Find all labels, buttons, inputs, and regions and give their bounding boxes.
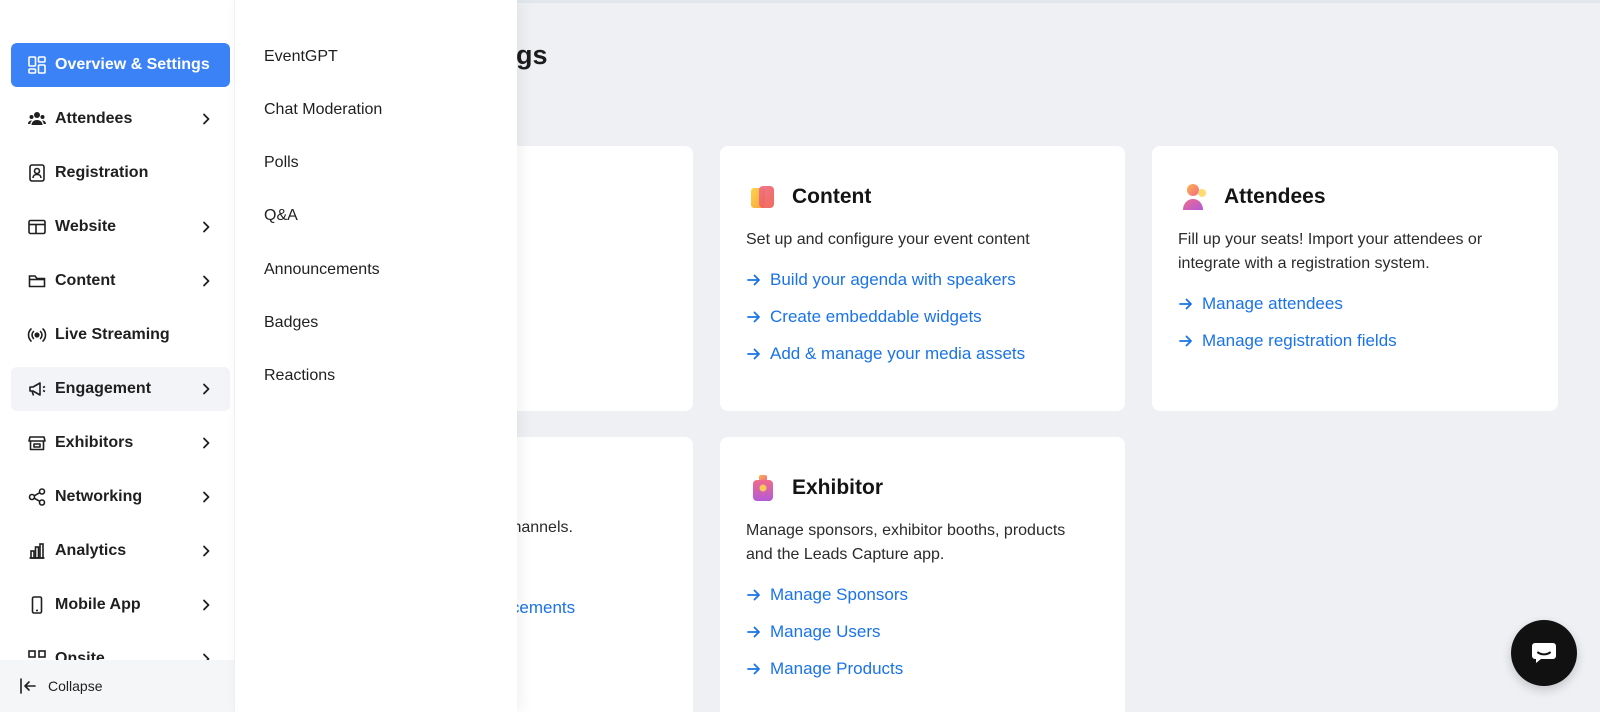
build-agenda-link[interactable]: Build your agenda with speakers — [746, 268, 1025, 292]
dashboard-grid-icon — [28, 56, 46, 74]
arrow-right-icon — [1179, 335, 1192, 347]
manage-media-link[interactable]: Add & manage your media assets — [746, 342, 1025, 366]
manage-products-link[interactable]: Manage Products — [746, 657, 908, 681]
attendees-card-title: Attendees — [1224, 185, 1326, 208]
arrow-right-icon — [747, 274, 760, 286]
sidebar-item-mobile-app[interactable]: Mobile App — [11, 583, 230, 627]
chevron-right-icon — [203, 113, 210, 125]
sidebar-item-label: Engagement — [55, 380, 152, 397]
arrow-right-icon — [1179, 298, 1192, 310]
attendees-card: Attendees Fill up your seats! Import you… — [1152, 146, 1558, 411]
content-card-links: Build your agenda with speakers Create e… — [746, 268, 1025, 366]
content-card-title: Content — [792, 185, 872, 208]
attendee-gradient-icon — [1183, 184, 1206, 210]
sidebar-item-label: Analytics — [55, 542, 127, 559]
submenu-item-polls[interactable]: Polls — [264, 151, 299, 175]
exhibitor-gradient-icon — [753, 475, 773, 501]
submenu-item-qa[interactable]: Q&A — [264, 204, 298, 228]
browser-window-icon — [28, 219, 46, 235]
id-badge-icon — [29, 164, 45, 182]
create-widgets-link[interactable]: Create embeddable widgets — [746, 305, 1025, 329]
sidebar-item-label: Overview & Settings — [55, 56, 210, 73]
content-card-header: Content — [748, 182, 871, 212]
engagement-submenu: EventGPT Chat Moderation Polls Q&A Annou… — [234, 0, 517, 712]
arrow-right-icon — [747, 663, 760, 675]
submenu-item-eventgpt[interactable]: EventGPT — [264, 45, 338, 69]
exhibitor-card-title: Exhibitor — [792, 476, 884, 499]
chevron-right-icon — [203, 275, 210, 287]
arrow-right-icon — [747, 311, 760, 323]
content-card-description: Set up and configure your event content — [746, 231, 1030, 248]
manage-users-link[interactable]: Manage Users — [746, 620, 908, 644]
sidebar-item-analytics[interactable]: Analytics — [11, 529, 230, 573]
sidebar: Overview & Settings Attendees Registrati… — [0, 0, 234, 712]
sidebar-item-attendees[interactable]: Attendees — [11, 97, 230, 141]
share-nodes-icon — [28, 488, 46, 506]
bar-chart-icon — [29, 543, 45, 559]
chevron-right-icon — [203, 545, 210, 557]
submenu-item-reactions[interactable]: Reactions — [264, 364, 335, 388]
chevron-right-icon — [203, 491, 210, 503]
sidebar-item-live-streaming[interactable]: Live Streaming — [11, 313, 230, 357]
chevron-right-icon — [203, 383, 210, 395]
submenu-item-chat-moderation[interactable]: Chat Moderation — [264, 98, 382, 122]
arrow-right-icon — [747, 348, 760, 360]
storefront-icon — [28, 436, 46, 451]
attendees-card-header: Attendees — [1180, 182, 1326, 212]
manage-registration-fields-link[interactable]: Manage registration fields — [1178, 329, 1397, 353]
sidebar-item-website[interactable]: Website — [11, 205, 230, 249]
exhibitor-card-links: Manage Sponsors Manage Users Manage Prod… — [746, 583, 908, 681]
manage-sponsors-link[interactable]: Manage Sponsors — [746, 583, 908, 607]
collapse-label: Collapse — [48, 678, 103, 694]
sidebar-item-overview-settings[interactable]: Overview & Settings — [11, 43, 230, 87]
sidebar-item-registration[interactable]: Registration — [11, 151, 230, 195]
sidebar-item-label: Attendees — [55, 110, 133, 127]
sidebar-item-label: Exhibitors — [55, 434, 134, 451]
chat-bubble-icon — [1532, 643, 1556, 663]
chat-widget-button[interactable] — [1511, 620, 1577, 686]
arrow-right-icon — [747, 589, 760, 601]
attendees-card-description: Fill up your seats! Import your attendee… — [1178, 231, 1483, 272]
attendees-card-links: Manage attendees Manage registration fie… — [1178, 292, 1397, 353]
megaphone-icon — [29, 382, 46, 396]
submenu-item-announcements[interactable]: Announcements — [264, 258, 380, 282]
chevron-right-icon — [203, 221, 210, 233]
chevron-right-icon — [203, 437, 210, 449]
sidebar-item-label: Content — [55, 272, 116, 289]
sidebar-item-engagement[interactable]: Engagement — [11, 367, 230, 411]
manage-attendees-link[interactable]: Manage attendees — [1178, 292, 1397, 316]
sidebar-item-networking[interactable]: Networking — [11, 475, 230, 519]
arrow-right-icon — [747, 626, 760, 638]
exhibitor-card-description: Manage sponsors, exhibitor booths, produ… — [746, 522, 1066, 563]
submenu-item-badges[interactable]: Badges — [264, 311, 318, 335]
collapse-sidebar-button[interactable]: Collapse — [0, 660, 234, 712]
content-card: Content Set up and configure your event … — [720, 146, 1125, 411]
sidebar-item-content[interactable]: Content — [11, 259, 230, 303]
sidebar-item-label: Registration — [55, 164, 149, 181]
mobile-phone-icon — [31, 596, 43, 614]
people-icon — [28, 112, 46, 125]
sidebar-item-label: Mobile App — [55, 596, 141, 613]
exhibitor-card: Exhibitor Manage sponsors, exhibitor boo… — [720, 437, 1125, 712]
broadcast-icon — [27, 328, 47, 342]
folder-icon — [28, 275, 46, 288]
collapse-left-icon — [20, 678, 36, 694]
chevron-right-icon — [203, 599, 210, 611]
sidebar-item-label: Networking — [55, 488, 143, 505]
content-gradient-icon — [751, 186, 774, 208]
sidebar-item-exhibitors[interactable]: Exhibitors — [11, 421, 230, 465]
sidebar-item-label: Website — [55, 218, 117, 235]
exhibitor-card-header: Exhibitor — [748, 473, 883, 503]
sidebar-item-label: Live Streaming — [55, 326, 170, 343]
